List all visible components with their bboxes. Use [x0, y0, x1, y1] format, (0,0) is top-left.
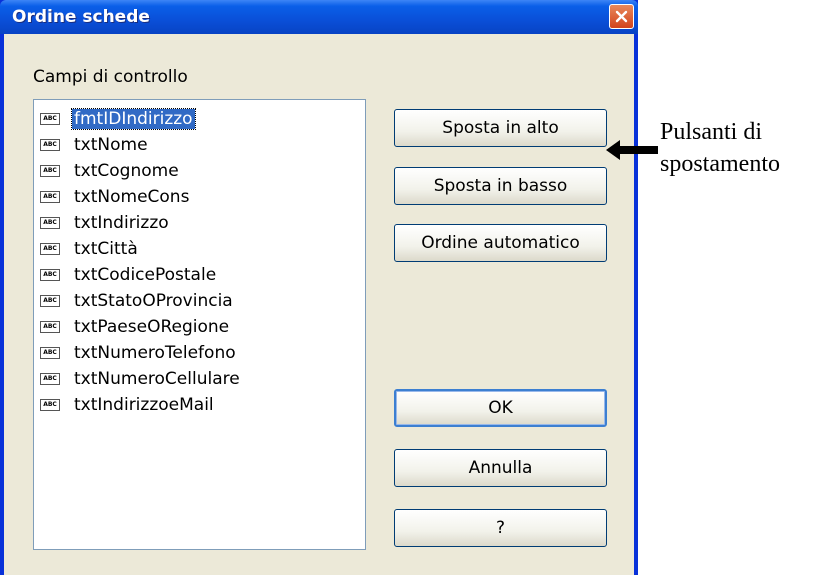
help-button[interactable]: ?	[394, 509, 607, 547]
close-icon	[615, 10, 628, 23]
abc-field-icon: ABC	[40, 217, 60, 229]
abc-field-icon: ABC	[40, 139, 60, 151]
controls-label: Campi di controllo	[33, 67, 188, 87]
list-item[interactable]: ABC txtCittà	[40, 237, 140, 261]
list-item-label: txtStatoOProvincia	[74, 291, 233, 311]
abc-field-icon: ABC	[40, 399, 60, 411]
abc-field-icon: ABC	[40, 243, 60, 255]
list-item-label: txtNomeCons	[74, 187, 190, 207]
list-item-label: txtNumeroCellulare	[74, 369, 240, 389]
arrow-left-icon	[606, 140, 658, 160]
list-item[interactable]: ABC txtNumeroTelefono	[40, 341, 238, 365]
list-item-label: txtNumeroTelefono	[74, 343, 236, 363]
list-item[interactable]: ABC txtNumeroCellulare	[40, 367, 242, 391]
abc-field-icon: ABC	[40, 347, 60, 359]
cancel-button[interactable]: Annulla	[394, 449, 607, 487]
abc-field-icon: ABC	[40, 373, 60, 385]
title-bar[interactable]: Ordine schede	[0, 0, 638, 34]
list-item-label: txtCittà	[74, 239, 138, 259]
list-item[interactable]: ABC fmtIDIndirizzo	[40, 107, 196, 131]
list-item-label: txtIndirizzo	[74, 213, 169, 233]
list-item-label: txtPaeseORegione	[74, 317, 230, 337]
window-title: Ordine schede	[12, 7, 150, 27]
list-item-label: txtCognome	[74, 161, 179, 181]
list-item[interactable]: ABC txtCognome	[40, 159, 181, 183]
list-item[interactable]: ABC txtIndirizzoeMail	[40, 393, 216, 417]
annotation-line-1: Pulsanti di	[660, 119, 763, 145]
ok-button[interactable]: OK	[394, 389, 607, 427]
abc-field-icon: ABC	[40, 191, 60, 203]
controls-listbox[interactable]: ABC fmtIDIndirizzo ABC txtNome ABC txtCo…	[33, 99, 366, 550]
abc-field-icon: ABC	[40, 113, 60, 125]
list-item-label: txtCodicePostale	[74, 265, 217, 285]
abc-field-icon: ABC	[40, 165, 60, 177]
list-item[interactable]: ABC txtNomeCons	[40, 185, 191, 209]
list-item[interactable]: ABC txtCodicePostale	[40, 263, 218, 287]
list-item[interactable]: ABC txtNome	[40, 133, 150, 157]
list-item-label: txtNome	[74, 135, 148, 155]
auto-order-button[interactable]: Ordine automatico	[394, 224, 607, 262]
move-down-button[interactable]: Sposta in basso	[394, 167, 607, 205]
abc-field-icon: ABC	[40, 295, 60, 307]
list-item[interactable]: ABC txtPaeseORegione	[40, 315, 231, 339]
move-up-button[interactable]: Sposta in alto	[394, 109, 607, 147]
list-item[interactable]: ABC txtStatoOProvincia	[40, 289, 235, 313]
abc-field-icon: ABC	[40, 269, 60, 281]
close-button[interactable]	[609, 4, 634, 29]
list-item-label: fmtIDIndirizzo	[71, 108, 196, 130]
list-item-label: txtIndirizzoeMail	[74, 395, 214, 415]
annotation-line-2: spostamento	[660, 151, 780, 177]
list-item[interactable]: ABC txtIndirizzo	[40, 211, 171, 235]
abc-field-icon: ABC	[40, 321, 60, 333]
annotation-callout: Pulsanti di spostamento	[660, 116, 820, 180]
